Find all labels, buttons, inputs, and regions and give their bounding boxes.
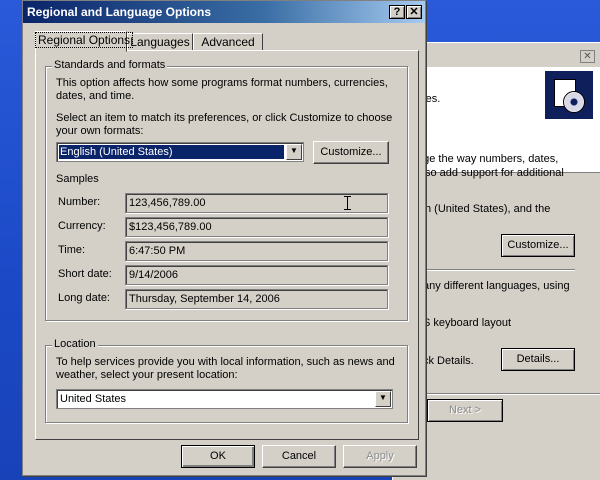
- sample-label-long-date: Long date:: [58, 292, 110, 304]
- dialog-titlebar[interactable]: Regional and Language Options ? ✕: [23, 1, 425, 23]
- format-dropdown-value: English (United States): [59, 145, 284, 159]
- standards-instruction: Select an item to match its preferences,…: [56, 112, 393, 137]
- apply-button[interactable]: Apply: [343, 445, 417, 468]
- background-next-button[interactable]: Next >: [427, 399, 503, 422]
- location-description: To help services provide you with local …: [56, 356, 395, 381]
- samples-heading: Samples: [56, 173, 99, 185]
- standards-group-title: Standards and formats: [52, 59, 168, 71]
- standards-formats-group: Standards and formats This option affect…: [45, 59, 408, 321]
- chevron-down-icon[interactable]: ▼: [286, 144, 302, 160]
- tab-regional-options[interactable]: Regional Options: [34, 31, 134, 52]
- regional-language-dialog: Regional and Language Options ? ✕ Region…: [22, 0, 426, 476]
- sample-value-long-date: Thursday, September 14, 2006: [129, 293, 280, 305]
- standards-description: This option affects how some programs fo…: [56, 77, 388, 102]
- background-text-fragment: ck Details.: [423, 355, 474, 367]
- background-text-fragment: nge the way numbers, dates,: [417, 153, 559, 165]
- sample-field-time: 6:47:50 PM: [125, 241, 388, 261]
- sample-value-currency: $123,456,789.00: [129, 221, 212, 233]
- background-text-fragment: so add support for additional: [425, 167, 564, 179]
- tab-languages[interactable]: Languages: [127, 33, 193, 51]
- customize-button[interactable]: Customize...: [313, 141, 389, 164]
- text-cursor-icon: [344, 196, 351, 210]
- sample-label-short-date: Short date:: [58, 268, 112, 280]
- sample-value-number: 123,456,789.00: [129, 197, 206, 209]
- sample-field-currency: $123,456,789.00: [125, 217, 388, 237]
- chevron-down-icon[interactable]: ▼: [375, 391, 391, 407]
- sample-field-short-date: 9/14/2006: [125, 265, 388, 285]
- format-dropdown[interactable]: English (United States) ▼: [56, 142, 304, 162]
- sample-label-time: Time:: [58, 244, 86, 256]
- tab-label: Regional Options: [34, 32, 134, 48]
- background-customize-button[interactable]: Customize...: [501, 234, 575, 257]
- sample-field-long-date: Thursday, September 14, 2006: [125, 289, 388, 309]
- background-text-fragment: h (United States), and the: [425, 203, 551, 215]
- sample-value-time: 6:47:50 PM: [129, 245, 186, 257]
- tab-advanced[interactable]: Advanced: [193, 33, 263, 51]
- regional-options-panel: Standards and formats This option affect…: [35, 50, 419, 440]
- sample-label-currency: Currency:: [58, 220, 106, 232]
- location-group: Location To help services provide you wi…: [45, 338, 408, 423]
- location-dropdown-value: United States: [60, 393, 127, 405]
- regional-settings-logo-icon: [545, 71, 593, 119]
- cancel-button[interactable]: Cancel: [262, 445, 336, 468]
- background-details-button[interactable]: Details...: [501, 348, 575, 371]
- location-group-title: Location: [52, 338, 98, 350]
- close-icon[interactable]: ✕: [406, 5, 422, 19]
- location-dropdown[interactable]: United States ▼: [56, 389, 393, 409]
- background-text-fragment: any different languages, using: [423, 280, 570, 292]
- sample-value-short-date: 9/14/2006: [129, 269, 178, 281]
- dialog-title: Regional and Language Options: [27, 5, 212, 19]
- background-text-fragment: S keyboard layout: [423, 317, 512, 329]
- sample-label-number: Number:: [58, 196, 101, 208]
- background-close-icon[interactable]: ✕: [580, 50, 595, 63]
- help-icon[interactable]: ?: [389, 5, 405, 19]
- ok-button[interactable]: OK: [181, 445, 255, 468]
